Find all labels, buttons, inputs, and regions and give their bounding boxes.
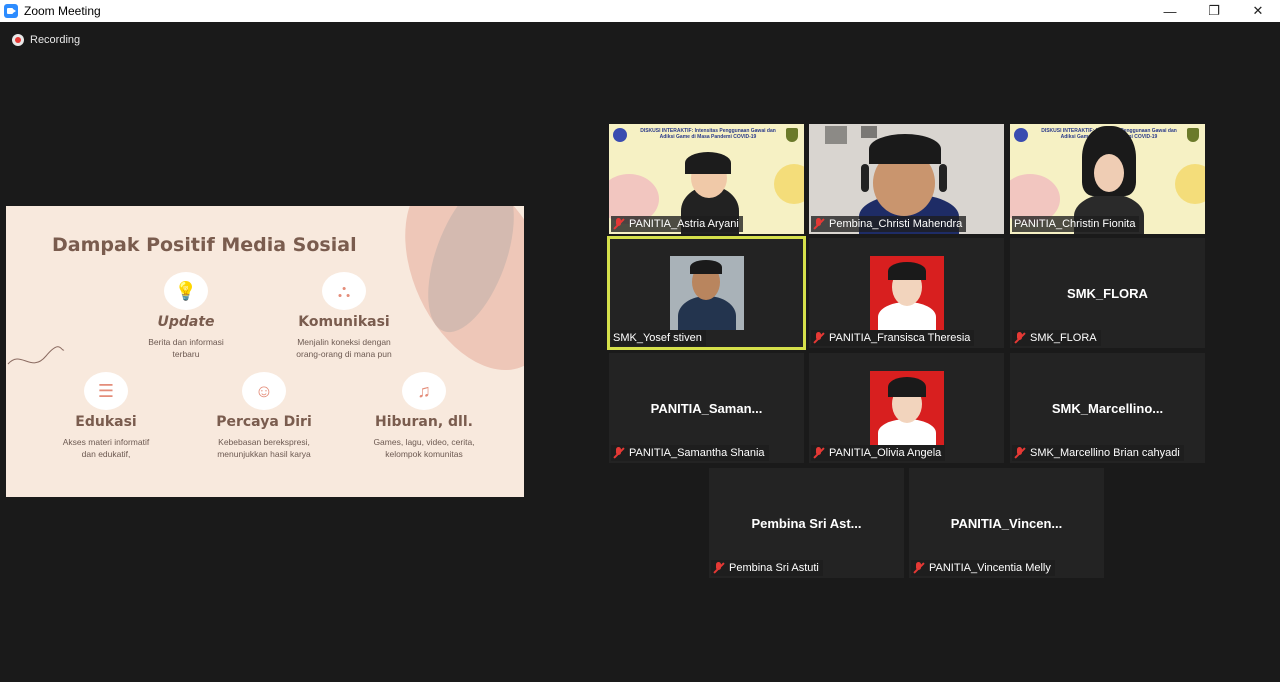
mic-muted-icon [813, 332, 825, 344]
shared-screen-slide: Dampak Positif Media Sosial 💡 Update Ber… [6, 206, 524, 497]
participant-video [670, 256, 744, 330]
feature-desc: Akses materi informatif dan edukatif, [62, 437, 150, 459]
restore-button[interactable]: ❐ [1192, 0, 1236, 22]
feature-title: Update [157, 314, 215, 330]
participant-name-label: SMK_Yosef stiven [611, 330, 706, 346]
participant-tile[interactable]: Pembina_Christi Mahendra [809, 124, 1004, 234]
minimize-button[interactable]: — [1148, 0, 1192, 22]
participant-name-label: PANITIA_Samantha Shania [611, 445, 769, 461]
participant-photo [870, 371, 944, 445]
participant-tile[interactable]: DISKUSI INTERAKTIF: Intensitas Penggunaa… [609, 124, 804, 234]
feature-desc: Games, lagu, video, cerita, kelompok komu… [373, 437, 475, 459]
window-controls: — ❐ ✕ [1148, 0, 1280, 22]
participant-name-label: PANITIA_Vincentia Melly [911, 560, 1055, 576]
participant-tile[interactable]: PANITIA_Vincen... PANITIA_Vincentia Mell… [909, 468, 1104, 578]
feature-title: Edukasi [75, 414, 137, 430]
shield-logo-icon [786, 128, 798, 142]
zoom-app-icon [4, 4, 18, 18]
feature-desc: Berita dan informasi terbaru [148, 337, 224, 359]
university-logo-icon [1014, 128, 1028, 142]
feature-edukasi: ☰ Edukasi Akses materi informatif dan edu… [36, 372, 176, 460]
university-logo-icon [613, 128, 627, 142]
participant-tile-active-speaker[interactable]: SMK_Yosef stiven [607, 236, 806, 350]
participant-name-label: Pembina Sri Astuti [711, 560, 823, 576]
feature-title: Hiburan, dll. [375, 414, 473, 430]
recording-indicator[interactable]: Recording [12, 34, 80, 46]
participant-tile[interactable]: PANITIA_Saman... PANITIA_Samantha Shania [609, 353, 804, 463]
mic-muted-icon [613, 447, 625, 459]
mic-muted-icon [713, 562, 725, 574]
person-icon: ☺ [242, 372, 286, 410]
participant-tile[interactable]: PANITIA_Fransisca Theresia [809, 238, 1004, 348]
meeting-area: Recording Dampak Positif Media Sosial 💡 … [0, 22, 1280, 682]
participant-tile[interactable]: Pembina Sri Ast... Pembina Sri Astuti [709, 468, 904, 578]
participant-tile[interactable]: PANITIA_Olivia Angela [809, 353, 1004, 463]
participant-photo [870, 256, 944, 330]
participant-tile[interactable]: DISKUSI INTERAKTIF: Intensitas Penggunaa… [1010, 124, 1205, 234]
mic-muted-icon [1014, 447, 1026, 459]
participant-name-label: PANITIA_Olivia Angela [811, 445, 946, 461]
decorative-squiggle [7, 346, 65, 365]
participant-name-label: SMK_Marcellino Brian cahyadi [1012, 445, 1184, 461]
window-title: Zoom Meeting [24, 4, 101, 18]
mic-muted-icon [1014, 332, 1026, 344]
feature-desc: Menjalin koneksi dengan orang-orang di ma… [296, 337, 392, 359]
participant-tile[interactable]: SMK_Marcellino... SMK_Marcellino Brian c… [1010, 353, 1205, 463]
virtual-background-banner: DISKUSI INTERAKTIF: Intensitas Penggunaa… [640, 128, 776, 140]
shield-logo-icon [1187, 128, 1199, 142]
participant-name-label: SMK_FLORA [1012, 330, 1101, 346]
lightbulb-icon: 💡 [164, 272, 208, 310]
window-titlebar: Zoom Meeting — ❐ ✕ [0, 0, 1280, 22]
feature-komunikasi: ⛬ Komunikasi Menjalin koneksi dengan oran… [274, 272, 414, 360]
feature-desc: Kebebasan berekspresi, menunjukkan hasil … [217, 437, 311, 459]
feature-title: Percaya Diri [216, 414, 312, 430]
feature-percaya-diri: ☺ Percaya Diri Kebebasan berekspresi, men… [194, 372, 334, 460]
feature-hiburan: ♫ Hiburan, dll. Games, lagu, video, ceri… [354, 372, 494, 460]
mic-muted-icon [913, 562, 925, 574]
participant-name-label: PANITIA_Fransisca Theresia [811, 330, 975, 346]
participant-tile[interactable]: SMK_FLORA SMK_FLORA [1010, 238, 1205, 348]
mic-muted-icon [613, 218, 625, 230]
participant-name-label: PANITIA_Christin Fionita [1012, 216, 1140, 232]
feature-title: Komunikasi [298, 314, 390, 330]
close-button[interactable]: ✕ [1236, 0, 1280, 22]
participant-name-label: PANITIA_Astria Aryani [611, 216, 743, 232]
participant-name-label: Pembina_Christi Mahendra [811, 216, 967, 232]
feature-update: 💡 Update Berita dan informasi terbaru [116, 272, 256, 360]
recording-icon [12, 34, 24, 46]
recording-label: Recording [30, 34, 81, 46]
slide-title: Dampak Positif Media Sosial [52, 234, 357, 256]
music-icon: ♫ [402, 372, 446, 410]
mic-muted-icon [813, 218, 825, 230]
network-icon: ⛬ [322, 272, 366, 310]
books-icon: ☰ [84, 372, 128, 410]
mic-muted-icon [813, 447, 825, 459]
